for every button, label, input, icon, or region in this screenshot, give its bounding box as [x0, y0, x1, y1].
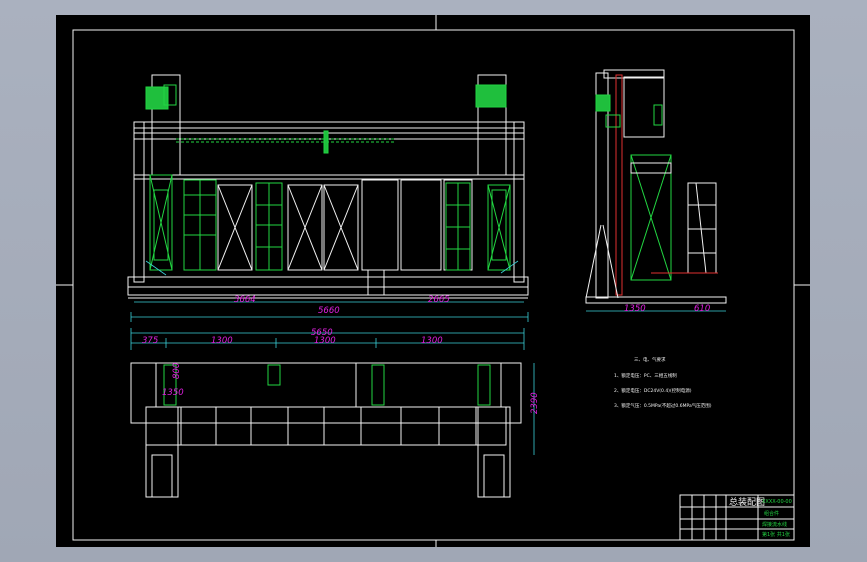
cad-viewport[interactable]: 3664 2665 5660 5650 375 1300 1300 1300 2…	[0, 0, 867, 562]
small-mark-1: 800	[172, 363, 182, 379]
dim-top-span-2: 1300	[314, 336, 336, 346]
drawing-sheet[interactable]: 3664 2665 5660 5650 375 1300 1300 1300 2…	[56, 15, 810, 547]
frame-tick-marks	[56, 15, 810, 547]
note-2: 2、额定电压：DC24V(0.4)(控制电源)	[614, 387, 692, 394]
title-drawing-code: XXXX-00-00	[762, 499, 792, 505]
note-3: 3、额定气压：0.5MPa(不超过0.6MPa气压范围)	[614, 402, 712, 409]
title-block: 总装配图 XXXX-00-00 组合件 焊接流水线 第1张 共1张	[679, 494, 795, 541]
front-view	[127, 74, 529, 299]
dim-side-extension: 610	[694, 304, 710, 314]
title-material: 组合件	[764, 510, 779, 517]
top-view: 5650 375 1300 1300 1300 2390 800 1350	[130, 328, 540, 498]
dim-top-height: 2390	[530, 392, 540, 414]
dim-front-left: 3664	[234, 295, 256, 305]
front-dimensions: 3664 2665 5660	[130, 295, 529, 322]
notes-heading: 三、电、气要求	[634, 356, 666, 363]
title-extra: 第1张 共1张	[762, 531, 790, 538]
dim-side-width: 1350	[624, 304, 646, 314]
dim-top-span-3: 1300	[421, 336, 443, 346]
dim-top-span-1: 1300	[211, 336, 233, 346]
dim-front-total: 5660	[318, 306, 340, 316]
technical-notes: 三、电、气要求 1、额定电压：PC、三相五线制 2、额定电压：DC24V(0.4…	[614, 356, 712, 409]
drawing-frame	[72, 29, 795, 541]
title-drawing-name: 总装配图	[729, 496, 765, 508]
note-1: 1、额定电压：PC、三相五线制	[614, 372, 677, 379]
small-mark-2: 1350	[162, 388, 184, 398]
dim-top-offset: 375	[142, 336, 158, 346]
title-company: 焊接流水线	[762, 521, 787, 528]
cad-drawing: 3664 2665 5660 5650 375 1300 1300 1300 2…	[56, 15, 810, 547]
dim-front-right: 2665	[428, 295, 450, 305]
side-view: 1350 610	[585, 69, 727, 314]
